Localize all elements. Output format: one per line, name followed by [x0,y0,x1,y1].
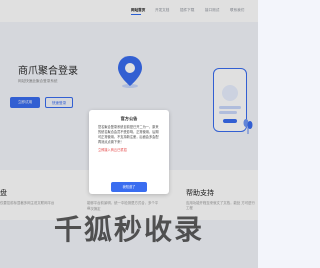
modal-title: 官方公告 [120,116,138,121]
modal-ok-button[interactable]: 我知道了 [111,182,147,192]
modal-signup-link[interactable]: 立即接入商云已重招 [98,147,127,152]
announcement-modal: 官方公告 您名聚合登录系统目前是已开二为一，原来的统名聚合会员不受影响，正常使用… [89,110,169,194]
modal-body-text: 您名聚合登录系统目前是已开二为一，原来的统名聚合会员不受影响，正常使用，后期可正… [98,125,159,144]
